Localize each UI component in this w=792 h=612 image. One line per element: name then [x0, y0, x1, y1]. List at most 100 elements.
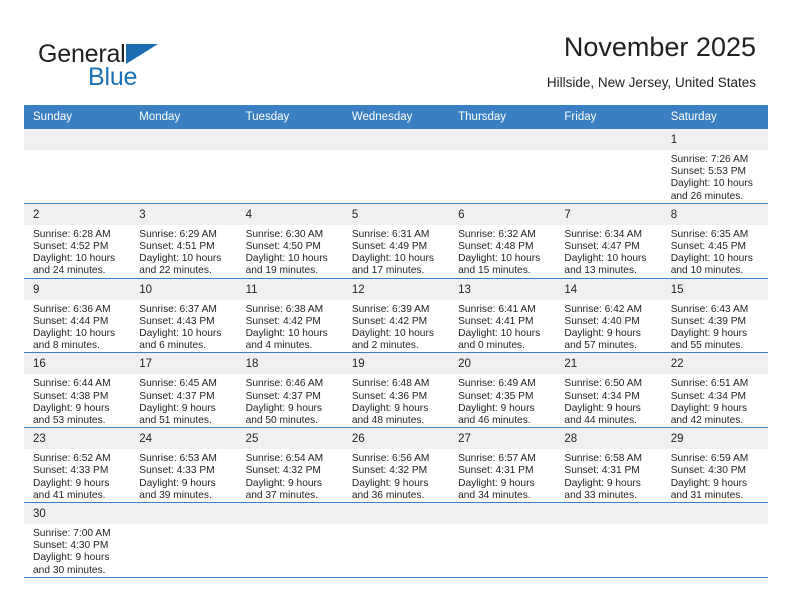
calendar-day-cell[interactable]: 22 Sunrise: 6:51 AM Sunset: 4:34 PM Dayligh…	[661, 352, 768, 428]
calendar-day-cell[interactable]: 4 Sunrise: 6:30 AM Sunset: 4:50 PM Daylight…	[236, 202, 343, 279]
daylight-duration-line2: and 19 minutes.	[245, 265, 319, 277]
sunrise-time: Sunrise: 6:53 AM	[139, 453, 217, 465]
day-number	[342, 503, 450, 525]
sunrise-time: Sunrise: 6:51 AM	[670, 378, 749, 390]
day-number	[661, 503, 768, 525]
calendar-day-cell[interactable]: 19 Sunrise: 6:48 AM Sunset: 4:36 PM Dayligh…	[342, 352, 450, 428]
daylight-duration-line2: and 57 minutes.	[564, 340, 637, 352]
sunrise-time: Sunrise: 6:45 AM	[139, 378, 217, 390]
day-number: 13	[449, 278, 556, 300]
sunrise-time: Sunrise: 7:00 AM	[33, 528, 111, 540]
calendar-empty-cell	[236, 129, 343, 203]
sunrise-sunset-calendar-table: Sunday Monday Tuesday Wednesday Thursday…	[24, 105, 768, 578]
calendar-empty-cell	[449, 502, 556, 578]
sunset-time: Sunset: 4:34 PM	[564, 390, 640, 402]
calendar-day-cell[interactable]: 20 Sunrise: 6:49 AM Sunset: 4:35 PM Dayligh…	[449, 352, 556, 428]
day-number: 14	[555, 278, 662, 300]
calendar-day-cell[interactable]: 17 Sunrise: 6:45 AM Sunset: 4:37 PM Dayligh…	[130, 352, 237, 428]
calendar-day-cell[interactable]: 10 Sunrise: 6:37 AM Sunset: 4:43 PM Dayligh…	[130, 277, 237, 353]
sunrise-time: Sunrise: 6:29 AM	[139, 228, 217, 240]
daylight-duration-line2: and 51 minutes.	[139, 415, 212, 427]
day-number: 8	[661, 203, 768, 225]
calendar-day-cell[interactable]: 3 Sunrise: 6:29 AM Sunset: 4:51 PM Daylight…	[130, 202, 237, 279]
calendar-day-cell[interactable]: 15 Sunrise: 6:43 AM Sunset: 4:39 PM Dayligh…	[661, 277, 768, 353]
day-details: Sunrise: 7:00 AM Sunset: 4:30 PM Daylight:…	[24, 524, 130, 577]
sunrise-time: Sunrise: 6:59 AM	[670, 453, 749, 465]
calendar-day-cell[interactable]: 11 Sunrise: 6:38 AM Sunset: 4:42 PM Dayligh…	[236, 277, 343, 353]
calendar-day-cell[interactable]: 14 Sunrise: 6:42 AM Sunset: 4:40 PM Dayligh…	[555, 277, 662, 353]
day-details: Sunrise: 6:36 AM Sunset: 4:44 PM Daylight:…	[24, 300, 130, 353]
daylight-duration-line1: Daylight: 9 hours	[458, 477, 535, 489]
blue-triangle-logo-icon	[126, 44, 158, 64]
daylight-duration-line1: Daylight: 9 hours	[670, 328, 748, 340]
daylight-duration-line1: Daylight: 9 hours	[564, 328, 641, 340]
weekday-header-saturday: Saturday	[661, 105, 768, 129]
calendar-day-cell[interactable]: 16 Sunrise: 6:44 AM Sunset: 4:38 PM Dayligh…	[24, 352, 131, 428]
calendar-day-cell[interactable]: 6 Sunrise: 6:32 AM Sunset: 4:48 PM Daylight…	[449, 202, 556, 279]
sunset-time: Sunset: 4:48 PM	[458, 241, 534, 253]
day-number: 20	[449, 353, 556, 375]
sunset-time: Sunset: 4:42 PM	[245, 315, 321, 327]
sunset-time: Sunset: 4:51 PM	[139, 241, 215, 253]
calendar-day-cell[interactable]: 9 Sunrise: 6:36 AM Sunset: 4:44 PM Daylight…	[24, 277, 131, 353]
daylight-duration-line1: Daylight: 9 hours	[33, 477, 110, 489]
day-number	[130, 129, 237, 150]
day-details: Sunrise: 6:35 AM Sunset: 4:45 PM Daylight:…	[662, 225, 768, 278]
sunrise-time: Sunrise: 6:35 AM	[670, 228, 749, 240]
daylight-duration-line2: and 36 minutes.	[351, 489, 425, 501]
sunrise-time: Sunrise: 7:26 AM	[670, 154, 749, 165]
day-details: Sunrise: 6:28 AM Sunset: 4:52 PM Daylight:…	[24, 225, 130, 278]
sunrise-time: Sunrise: 6:31 AM	[351, 228, 430, 240]
calendar-day-cell[interactable]: 26 Sunrise: 6:56 AM Sunset: 4:32 PM Dayligh…	[342, 427, 450, 503]
day-number: 28	[555, 428, 662, 450]
title-block: November 2025 Hillside, New Jersey, Unit…	[547, 30, 756, 93]
sunset-time: Sunset: 4:50 PM	[245, 241, 321, 253]
sunset-time: Sunset: 4:41 PM	[458, 315, 534, 327]
calendar-day-cell[interactable]: 5 Sunrise: 6:31 AM Sunset: 4:49 PM Daylight…	[342, 202, 450, 279]
calendar-day-cell[interactable]: 28 Sunrise: 6:58 AM Sunset: 4:31 PM Dayligh…	[555, 427, 662, 503]
daylight-duration-line2: and 4 minutes.	[245, 340, 313, 352]
day-details: Sunrise: 6:49 AM Sunset: 4:35 PM Daylight:…	[449, 374, 555, 427]
calendar-day-cell[interactable]: 23 Sunrise: 6:52 AM Sunset: 4:33 PM Dayligh…	[24, 427, 131, 503]
sunset-time: Sunset: 4:38 PM	[33, 390, 109, 402]
calendar-day-cell[interactable]: 27 Sunrise: 6:57 AM Sunset: 4:31 PM Dayligh…	[449, 427, 556, 503]
day-number: 26	[342, 428, 450, 450]
calendar-day-cell[interactable]: 1 Sunrise: 7:26 AM Sunset: 5:53 PM Daylight…	[661, 129, 768, 203]
calendar-week-row: 1 Sunrise: 7:26 AM Sunset: 5:53 PM Daylight…	[24, 129, 768, 203]
sunrise-time: Sunrise: 6:39 AM	[351, 303, 430, 315]
page-title: November 2025	[563, 32, 756, 62]
daylight-duration-line2: and 30 minutes.	[33, 564, 106, 576]
daylight-duration-line1: Daylight: 10 hours	[351, 253, 434, 265]
sunrise-time: Sunrise: 6:49 AM	[458, 378, 536, 390]
day-number	[555, 503, 662, 525]
daylight-duration-line2: and 31 minutes.	[670, 489, 744, 501]
calendar-day-cell[interactable]: 12 Sunrise: 6:39 AM Sunset: 4:42 PM Dayligh…	[342, 277, 450, 353]
calendar-day-cell[interactable]: 29 Sunrise: 6:59 AM Sunset: 4:30 PM Dayligh…	[661, 427, 768, 503]
calendar-day-cell[interactable]: 30 Sunrise: 7:00 AM Sunset: 4:30 PM Dayligh…	[24, 502, 131, 578]
day-details: Sunrise: 6:39 AM Sunset: 4:42 PM Daylight:…	[343, 300, 449, 353]
sunset-time: Sunset: 4:44 PM	[33, 315, 109, 327]
calendar-week-row: 16 Sunrise: 6:44 AM Sunset: 4:38 PM Dayligh…	[24, 352, 768, 428]
daylight-duration-line2: and 53 minutes.	[33, 415, 106, 427]
brand-logo[interactable]: General Blue	[38, 40, 228, 92]
calendar-day-cell[interactable]: 24 Sunrise: 6:53 AM Sunset: 4:33 PM Dayligh…	[130, 427, 237, 503]
sunrise-time: Sunrise: 6:46 AM	[245, 378, 324, 390]
day-details: Sunrise: 6:52 AM Sunset: 4:33 PM Daylight:…	[24, 449, 130, 502]
sunset-time: Sunset: 4:31 PM	[564, 465, 640, 477]
calendar-day-cell[interactable]: 2 Sunrise: 6:28 AM Sunset: 4:52 PM Daylight…	[24, 202, 131, 279]
calendar-day-cell[interactable]: 25 Sunrise: 6:54 AM Sunset: 4:32 PM Dayligh…	[236, 427, 343, 503]
day-number: 2	[24, 203, 131, 225]
calendar-day-cell[interactable]: 13 Sunrise: 6:41 AM Sunset: 4:41 PM Dayligh…	[449, 277, 556, 353]
calendar-day-cell[interactable]: 18 Sunrise: 6:46 AM Sunset: 4:37 PM Dayligh…	[236, 352, 343, 428]
daylight-duration-line2: and 37 minutes.	[245, 489, 319, 501]
weekday-header-tuesday: Tuesday	[236, 105, 343, 129]
sunrise-time: Sunrise: 6:41 AM	[458, 303, 536, 315]
sunset-time: Sunset: 4:43 PM	[139, 315, 215, 327]
calendar-day-cell[interactable]: 21 Sunrise: 6:50 AM Sunset: 4:34 PM Dayligh…	[555, 352, 662, 428]
weekday-header-wednesday: Wednesday	[342, 105, 450, 129]
calendar-day-cell[interactable]: 7 Sunrise: 6:34 AM Sunset: 4:47 PM Daylight…	[555, 202, 662, 279]
daylight-duration-line2: and 15 minutes.	[458, 265, 531, 277]
calendar-day-cell[interactable]: 8 Sunrise: 6:35 AM Sunset: 4:45 PM Daylight…	[661, 202, 768, 279]
calendar-empty-cell	[661, 502, 768, 578]
sunrise-time: Sunrise: 6:37 AM	[139, 303, 217, 315]
